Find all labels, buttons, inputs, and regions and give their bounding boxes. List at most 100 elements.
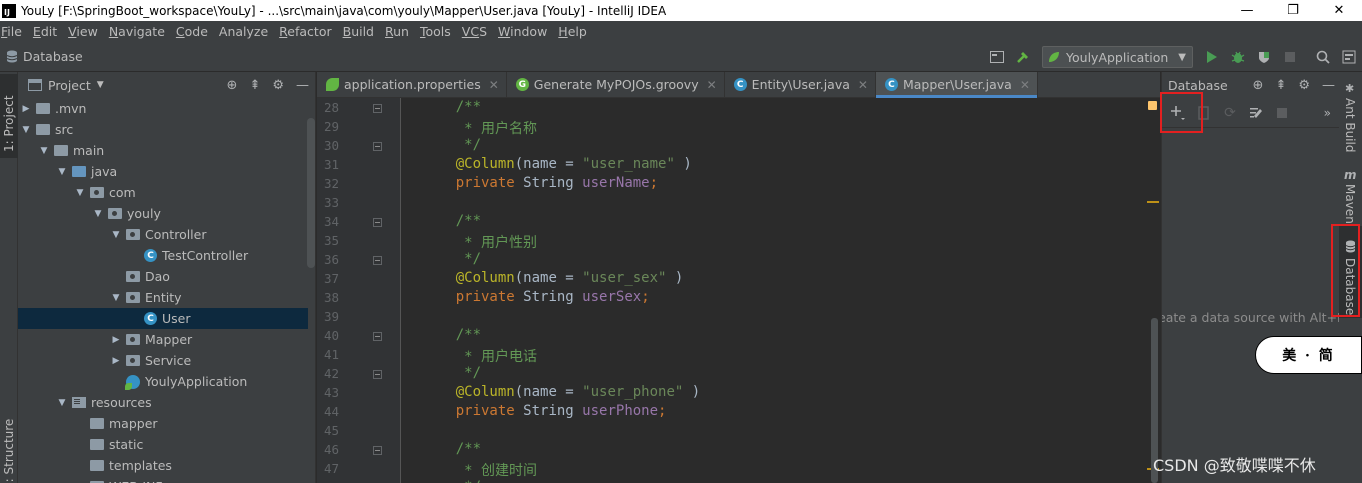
editor-tab[interactable]: application.properties ✕ — [317, 72, 507, 97]
project-view-select[interactable]: Project — [48, 78, 91, 93]
chevron-down-icon[interactable]: ▼ — [92, 209, 104, 219]
code-editor[interactable]: /** * 用户名称 */ @Column(name = "user_name"… — [402, 98, 1147, 483]
structure-icon[interactable] — [1341, 49, 1357, 65]
menu-item[interactable]: Tools — [420, 24, 451, 39]
chevron-down-icon[interactable]: ▼ — [56, 167, 68, 177]
structure-tool-tab[interactable]: 7: Structure — [2, 419, 16, 483]
coverage-icon[interactable] — [1256, 49, 1272, 65]
tree-node[interactable]: ▼ youly — [18, 203, 308, 224]
tree-node[interactable]: ▶ .mvn — [18, 98, 308, 119]
project-tool-tab[interactable]: 1: Project — [0, 74, 18, 158]
fold-marker-icon[interactable] — [373, 142, 382, 151]
menu-item[interactable]: Refactor — [279, 24, 331, 39]
tree-node[interactable]: ▼ java — [18, 161, 308, 182]
maven-tool-tab[interactable]: Maven — [1343, 184, 1357, 224]
project-scrollbar[interactable] — [307, 118, 315, 268]
fold-marker-icon[interactable] — [373, 256, 382, 265]
build-hammer-icon[interactable] — [1015, 49, 1031, 65]
code-token: */ — [422, 365, 482, 381]
menu-item[interactable]: Navigate — [109, 24, 165, 39]
fold-marker-icon[interactable] — [373, 104, 382, 113]
chevron-down-icon[interactable]: ▼ — [110, 230, 122, 240]
tree-node[interactable]: templates — [18, 455, 308, 476]
fold-marker-icon[interactable] — [373, 218, 382, 227]
hide-panel-icon[interactable]: — — [296, 78, 309, 93]
menu-item[interactable]: File — [1, 24, 22, 39]
tree-node[interactable]: ▼ com — [18, 182, 308, 203]
collapse-all-icon[interactable]: ⇞ — [249, 78, 260, 93]
menu-item[interactable]: Analyze — [219, 24, 268, 39]
editor-tab[interactable]: C Mapper\User.java ✕ — [875, 72, 1038, 98]
tree-node[interactable]: C TestController — [18, 245, 308, 266]
close-button[interactable]: ✕ — [1316, 0, 1362, 21]
tree-node[interactable]: ▼ Entity — [18, 287, 308, 308]
menu-item[interactable]: VCS — [462, 24, 487, 39]
chevron-down-icon[interactable]: ▼ — [74, 188, 86, 198]
chevron-right-icon[interactable]: ▶ — [20, 104, 32, 114]
tree-node[interactable]: ▼ main — [18, 140, 308, 161]
menu-item[interactable]: Window — [498, 24, 547, 39]
chevron-down-icon[interactable]: ▼ — [97, 80, 104, 90]
tree-node[interactable]: ▼ resources — [18, 392, 308, 413]
locate-file-icon[interactable]: ⊕ — [227, 78, 238, 93]
tree-node[interactable]: ▼ src — [18, 119, 308, 140]
edit-icon[interactable] — [1248, 105, 1264, 121]
tree-node[interactable]: ▶ Service — [18, 350, 308, 371]
chevron-right-icon[interactable]: ▶ — [110, 356, 122, 366]
fold-marker-icon[interactable] — [373, 332, 382, 341]
chevron-down-icon[interactable]: ▼ — [110, 293, 122, 303]
minimize-button[interactable]: — — [1224, 0, 1270, 21]
refresh-icon[interactable]: ⟳ — [1222, 105, 1238, 121]
menu-item[interactable]: Run — [385, 24, 409, 39]
tree-node[interactable]: C User — [18, 308, 308, 329]
menu-item[interactable]: Build — [343, 24, 374, 39]
locate-icon[interactable]: ⊕ — [1253, 78, 1264, 93]
menu-item[interactable]: Code — [176, 24, 208, 39]
gear-icon[interactable]: ⚙ — [1298, 78, 1310, 93]
menu-mnemonic: H — [558, 24, 568, 39]
editor-tab[interactable]: C Entity\User.java ✕ — [725, 72, 876, 97]
debug-icon[interactable] — [1230, 49, 1246, 65]
code-token: private — [422, 289, 524, 305]
close-tab-icon[interactable]: ✕ — [489, 78, 499, 92]
hide-panel-icon[interactable]: — — [1322, 78, 1335, 93]
chevron-down-icon[interactable]: ▼ — [56, 398, 68, 408]
tree-node[interactable]: ▼ Controller — [18, 224, 308, 245]
menu-mnemonic: E — [32, 24, 41, 39]
terminal-icon[interactable] — [989, 49, 1005, 65]
warning-mark[interactable] — [1147, 201, 1159, 203]
chevron-down-icon[interactable]: ▼ — [38, 146, 50, 156]
fold-marker-icon[interactable] — [373, 370, 382, 379]
collapse-all-icon[interactable]: ⇞ — [1275, 78, 1286, 93]
maximize-button[interactable]: ❐ — [1270, 0, 1316, 21]
stop-icon[interactable] — [1274, 105, 1290, 121]
breadcrumb[interactable]: Database — [6, 49, 83, 64]
close-tab-icon[interactable]: ✕ — [1020, 78, 1030, 92]
more-icon[interactable]: » — [1324, 106, 1331, 120]
inspection-status-icon[interactable] — [1148, 101, 1157, 110]
ant-build-tool-tab[interactable]: Ant Build — [1343, 98, 1357, 152]
search-icon[interactable] — [1315, 49, 1331, 65]
tree-node[interactable]: YoulyApplication — [18, 371, 308, 392]
fold-marker-icon[interactable] — [373, 446, 382, 455]
line-number: 28 — [323, 100, 339, 115]
chevron-right-icon[interactable]: ▶ — [110, 335, 122, 345]
line-number: 31 — [323, 157, 339, 172]
close-tab-icon[interactable]: ✕ — [858, 78, 868, 92]
tree-node[interactable]: ▶ Mapper — [18, 329, 308, 350]
close-tab-icon[interactable]: ✕ — [707, 78, 717, 92]
stop-icon[interactable] — [1282, 49, 1298, 65]
tree-node[interactable]: static — [18, 434, 308, 455]
menu-item[interactable]: Edit — [33, 24, 57, 39]
tree-node[interactable]: ▶WEB-INF — [18, 476, 308, 483]
editor-tab[interactable]: G Generate MyPOJOs.groovy ✕ — [507, 72, 725, 97]
tree-node[interactable]: mapper — [18, 413, 308, 434]
chevron-down-icon[interactable]: ▼ — [20, 125, 32, 135]
run-configuration-select[interactable]: YoulyApplication ▼ — [1042, 46, 1193, 68]
code-token: @Column — [422, 270, 515, 286]
run-icon[interactable] — [1204, 49, 1220, 65]
tree-node[interactable]: Dao — [18, 266, 308, 287]
gear-icon[interactable]: ⚙ — [272, 78, 284, 93]
menu-item[interactable]: Help — [558, 24, 587, 39]
menu-item[interactable]: View — [68, 24, 98, 39]
